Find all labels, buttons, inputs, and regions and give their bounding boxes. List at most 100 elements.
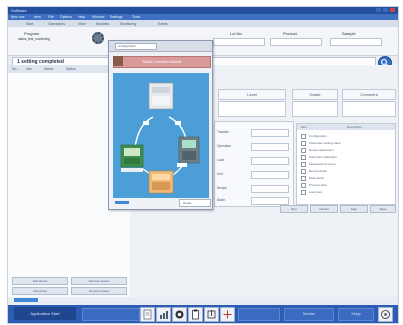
transfer-field[interactable]	[251, 129, 289, 137]
step-button[interactable]: Step	[340, 205, 368, 213]
sidebar-col-name[interactable]: Name	[44, 67, 53, 71]
sidebar-col-status[interactable]: Status	[66, 67, 76, 71]
popup-slider[interactable]	[115, 201, 129, 204]
lot-field[interactable]	[213, 38, 265, 46]
list-item: Device adjustment	[309, 148, 334, 152]
tab-view[interactable]: View	[78, 22, 86, 26]
list-item: Data check	[309, 176, 325, 180]
cancel-button[interactable]: Cancel	[310, 205, 338, 213]
form-label-unit: Unit	[217, 172, 223, 176]
configuration-popup: Configuration Station Overview Module Re…	[108, 40, 213, 210]
checkbox[interactable]	[301, 162, 306, 167]
header-lot: Lot No.	[230, 31, 243, 36]
checkbox[interactable]	[301, 169, 306, 174]
form-label-operation: Operation	[217, 144, 231, 148]
popup-status-label: Ready	[183, 201, 192, 205]
product-field[interactable]	[270, 38, 322, 46]
unit-field[interactable]	[251, 171, 289, 179]
gear-icon[interactable]	[92, 32, 104, 44]
comment-header: Comment	[342, 89, 396, 100]
list-item: Auto load	[309, 190, 322, 194]
list-item: Process data	[309, 183, 327, 187]
popup-title-bar: Configuration	[109, 41, 212, 52]
checkbox[interactable]	[301, 183, 306, 188]
batch-field[interactable]	[251, 197, 289, 205]
tab-operations[interactable]: Operations	[48, 22, 65, 26]
taskbar-monitor[interactable]: Monitor	[284, 308, 334, 321]
taskbar-blank-segment[interactable]	[82, 308, 140, 321]
maximize-button[interactable]	[383, 8, 388, 12]
recipe-field[interactable]	[251, 185, 289, 193]
checkbox[interactable]	[301, 141, 306, 146]
menu-item-4[interactable]: Options	[60, 15, 72, 19]
checkbox[interactable]	[301, 148, 306, 153]
taskbar-segment-2[interactable]	[238, 308, 280, 321]
load-field[interactable]	[251, 157, 289, 165]
popup-header-icon	[113, 56, 123, 66]
checklist-col-item: Item	[301, 125, 307, 129]
popup-status-field[interactable]: Ready	[179, 199, 211, 207]
run-button[interactable]: Run	[280, 205, 308, 213]
checkbox[interactable]	[301, 134, 306, 139]
sample-field[interactable]	[330, 38, 382, 46]
calculator-icon[interactable]	[220, 307, 235, 322]
list-item: Automatic calibration	[309, 155, 337, 159]
application-window: Software Item one Item File Options Help…	[7, 6, 399, 324]
tab-extras[interactable]: Extras	[158, 22, 168, 26]
save-button[interactable]: Save	[370, 205, 396, 213]
popup-header: Station Overview Module	[113, 56, 211, 68]
level-header: Level	[218, 89, 286, 100]
tab-monitoring[interactable]: Monitoring	[120, 22, 136, 26]
grade-header: Grade	[292, 89, 338, 100]
checklist-col-description: Description	[347, 125, 363, 129]
checkbox[interactable]	[301, 190, 306, 195]
grade-value	[292, 101, 338, 117]
operation-field[interactable]	[251, 143, 289, 151]
header-sample: Sample	[342, 31, 356, 36]
add-group-button[interactable]: Add group	[12, 287, 68, 295]
minimize-button[interactable]	[376, 8, 381, 12]
sidebar-col-no[interactable]: No.	[12, 67, 17, 71]
taskbar-setup[interactable]: Setup	[338, 308, 374, 321]
menu-item-2[interactable]: Item	[34, 15, 41, 19]
tab-start[interactable]: Start	[26, 22, 33, 26]
form-label-recipe: Recipe	[217, 186, 227, 190]
chart-icon[interactable]	[156, 307, 171, 322]
settings-icon[interactable]	[172, 307, 187, 322]
comment-value	[342, 101, 396, 117]
add-device-button[interactable]: Add device	[12, 277, 68, 285]
help-icon[interactable]	[378, 307, 393, 322]
clipboard-icon[interactable]	[188, 307, 203, 322]
header-product: Product	[283, 31, 297, 36]
menu-item-3[interactable]: File	[48, 15, 54, 19]
station-diagram	[113, 73, 209, 198]
list-item: Parameter setting value	[309, 141, 341, 145]
checkbox[interactable]	[301, 155, 306, 160]
title-bar: Software	[8, 7, 398, 14]
menu-item-8[interactable]: Tools	[132, 15, 140, 19]
list-item: Configuration	[309, 134, 327, 138]
diagram-graphic	[120, 82, 200, 194]
item-checklist: Item Description Configuration Parameter…	[296, 123, 396, 205]
program-status: status_test_monitoring	[18, 37, 51, 41]
form-label-batch: Batch	[217, 198, 226, 202]
remove-group-button[interactable]: Remove group	[71, 287, 127, 295]
checkbox[interactable]	[301, 176, 306, 181]
menu-item-6[interactable]: Window	[92, 15, 104, 19]
popup-title: Configuration	[118, 44, 136, 48]
level-value	[218, 101, 286, 117]
sidebar-col-info[interactable]: Info	[26, 67, 32, 71]
start-button[interactable]: Application Start	[14, 307, 76, 320]
menu-item-7[interactable]: Settings	[110, 15, 123, 19]
export-icon[interactable]	[204, 307, 219, 322]
list-item: Record detail	[309, 169, 327, 173]
menu-item-1[interactable]: Item one	[11, 15, 25, 19]
close-button[interactable]	[390, 8, 395, 12]
menu-item-5[interactable]: Help	[78, 15, 85, 19]
list-item: Measurement setup	[309, 162, 336, 166]
tab-modules[interactable]: Modules	[96, 22, 109, 26]
document-icon[interactable]	[140, 307, 155, 322]
remove-device-button[interactable]: Remove device	[71, 277, 127, 285]
popup-title-field[interactable]: Configuration	[115, 43, 157, 50]
parameter-form: Transfer Operation Load Unit Recipe Batc…	[214, 121, 294, 207]
